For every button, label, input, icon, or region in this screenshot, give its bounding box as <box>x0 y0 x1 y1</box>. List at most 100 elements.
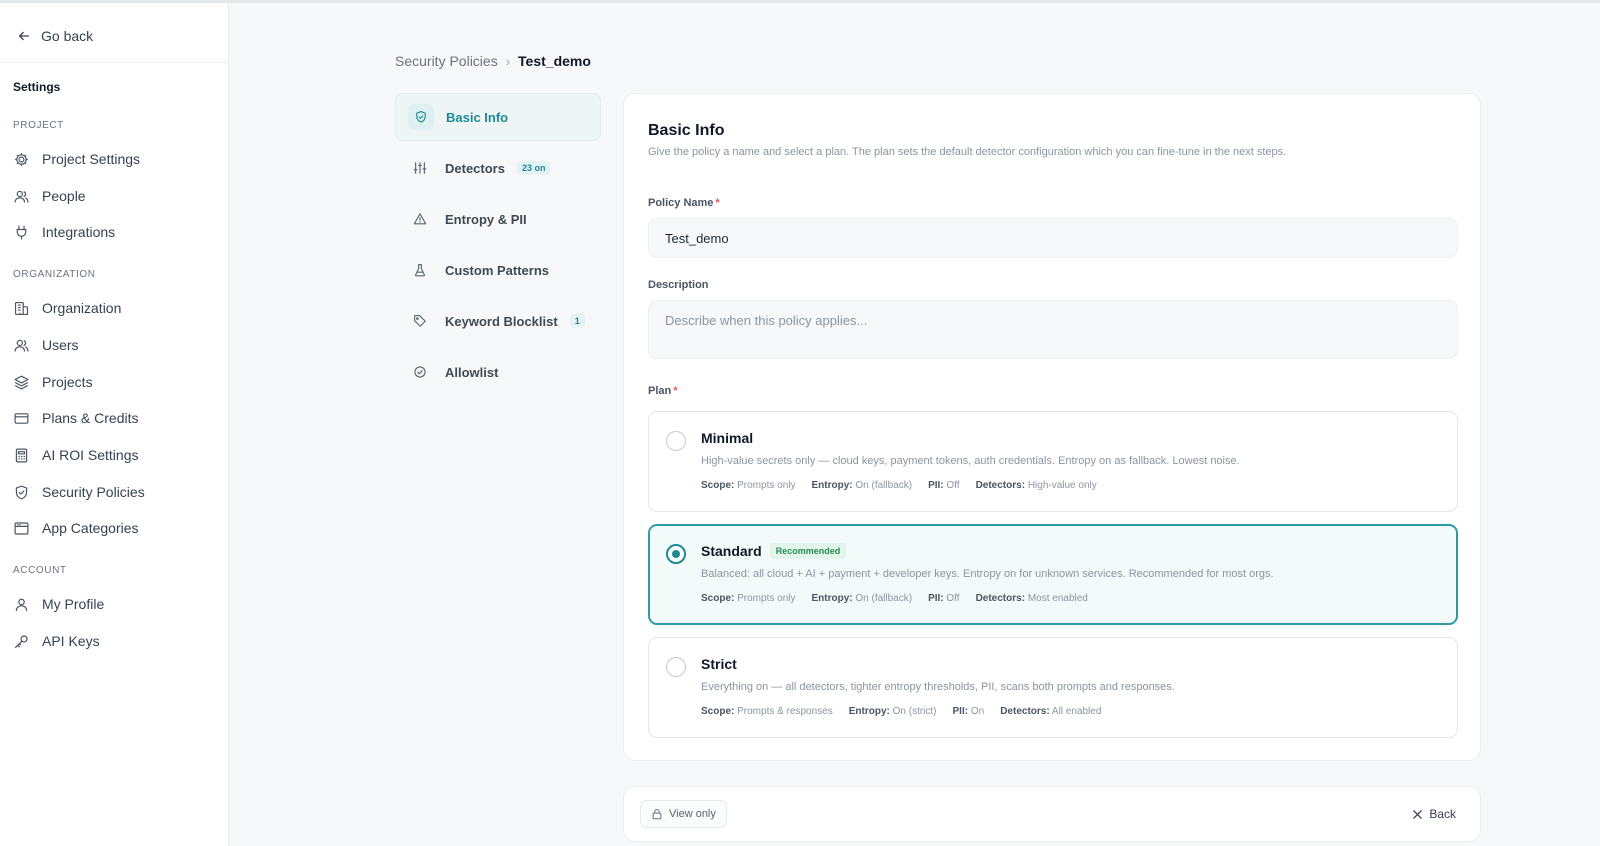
check-circle-icon <box>407 359 433 385</box>
step-label: Detectors <box>445 160 505 176</box>
sliders-icon <box>407 155 433 181</box>
sidebar-item-label: Project Settings <box>42 151 141 167</box>
plan-label-text: Plan <box>648 385 672 397</box>
calculator-icon <box>15 448 28 462</box>
people-icon <box>14 190 29 203</box>
sidebar-divider <box>0 62 228 63</box>
step-label: Entropy & PII <box>445 211 527 227</box>
shield-icon <box>408 104 434 130</box>
footer-bar: View only Back <box>623 786 1481 842</box>
breadcrumb: Security Policies › Test_demo <box>395 51 591 71</box>
breadcrumb-current: Test_demo <box>518 53 591 69</box>
close-icon <box>1413 809 1423 819</box>
plan-entropy: Entropy: On (strict) <box>848 706 937 717</box>
lock-icon <box>652 809 662 820</box>
plug-icon <box>16 225 27 239</box>
arrow-left-icon <box>18 31 30 41</box>
required-mark: * <box>673 385 678 397</box>
sidebar-item-project-settings[interactable]: Project Settings <box>13 146 218 172</box>
step-label: Allowlist <box>445 364 499 380</box>
sidebar-item-users[interactable]: Users <box>13 332 218 358</box>
warning-triangle-icon <box>407 206 433 232</box>
step-allowlist[interactable]: Allowlist <box>395 348 601 396</box>
go-back-label: Go back <box>41 28 94 44</box>
shield-check-icon <box>15 485 28 499</box>
step-keyword-blocklist[interactable]: Keyword Blocklist 1 <box>395 297 601 345</box>
policy-name-label-text: Policy Name <box>648 197 714 209</box>
plan-name-text: Standard <box>701 543 762 559</box>
plan-radio-standard[interactable] <box>666 544 686 564</box>
recommended-badge: Recommended <box>769 543 847 559</box>
view-only-label: View only <box>669 808 716 820</box>
step-custom-patterns[interactable]: Custom Patterns <box>395 246 601 294</box>
plan-entropy: Entropy: On (fallback) <box>811 593 913 604</box>
sidebar-item-label: Integrations <box>42 224 116 240</box>
policy-step-nav: Basic Info Detectors 23 on Entropy & PII… <box>395 93 601 399</box>
sidebar-item-app-categories[interactable]: App Categories <box>13 515 218 541</box>
plan-scope: Scope: Prompts only <box>701 480 796 491</box>
sidebar-item-people[interactable]: People <box>13 183 218 209</box>
required-mark: * <box>715 197 720 209</box>
plan-scope: Scope: Prompts & responses <box>701 706 833 717</box>
section-project-heading: PROJECT <box>13 120 64 131</box>
sidebar-item-ai-roi-settings[interactable]: AI ROI Settings <box>13 442 218 468</box>
users-icon <box>14 339 29 352</box>
sidebar-item-label: People <box>42 188 86 204</box>
plan-option-minimal[interactable]: Minimal High-value secrets only — cloud … <box>648 411 1458 512</box>
step-detectors[interactable]: Detectors 23 on <box>395 144 601 192</box>
description-textarea[interactable] <box>648 300 1458 359</box>
policy-name-input[interactable] <box>648 218 1458 258</box>
plan-pii: PII: Off <box>928 480 960 491</box>
step-basic-info[interactable]: Basic Info <box>395 93 601 141</box>
sidebar-item-api-keys[interactable]: API Keys <box>13 628 218 654</box>
credit-card-icon <box>14 412 29 424</box>
view-only-badge: View only <box>640 800 727 828</box>
plan-option-strict[interactable]: Strict Everything on — all detectors, ti… <box>648 637 1458 738</box>
plan-description: Everything on — all detectors, tighter e… <box>701 681 1175 693</box>
plan-name: Strict <box>701 656 737 672</box>
plan-pii: PII: On <box>952 706 985 717</box>
sidebar-item-label: AI ROI Settings <box>42 447 139 463</box>
plan-detectors: Detectors: Most enabled <box>975 593 1088 604</box>
basic-info-card: Basic Info Give the policy a name and se… <box>623 93 1481 761</box>
breadcrumb-security-policies[interactable]: Security Policies <box>395 53 498 69</box>
sidebar-item-label: App Categories <box>42 520 139 536</box>
description-label: Description <box>648 279 709 291</box>
window-icon <box>14 521 29 535</box>
top-border <box>0 0 1600 3</box>
sidebar-item-organization[interactable]: Organization <box>13 295 218 321</box>
sidebar-item-my-profile[interactable]: My Profile <box>13 591 218 617</box>
gear-icon <box>15 152 28 166</box>
plan-radio-strict[interactable] <box>666 657 686 677</box>
section-organization-heading: ORGANIZATION <box>13 269 96 280</box>
detectors-count-badge: 23 on <box>516 161 551 175</box>
plan-name-text: Minimal <box>701 430 754 446</box>
step-label: Basic Info <box>446 109 509 125</box>
go-back-link[interactable]: Go back <box>17 25 93 47</box>
plan-meta: Scope: Prompts only Entropy: On (fallbac… <box>701 480 1097 491</box>
plan-option-standard[interactable]: Standard Recommended Balanced: all cloud… <box>648 524 1458 625</box>
step-entropy-pii[interactable]: Entropy & PII <box>395 195 601 243</box>
plan-detectors: Detectors: All enabled <box>1000 706 1102 717</box>
plan-radio-minimal[interactable] <box>666 431 686 451</box>
sidebar-item-projects[interactable]: Projects <box>13 369 218 395</box>
sidebar-item-security-policies[interactable]: Security Policies <box>13 479 218 505</box>
sidebar-item-label: Projects <box>42 374 93 390</box>
card-title: Basic Info <box>648 122 725 139</box>
plan-meta: Scope: Prompts & responses Entropy: On (… <box>701 706 1101 717</box>
sidebar-item-plans-credits[interactable]: Plans & Credits <box>13 405 218 431</box>
plan-meta: Scope: Prompts only Entropy: On (fallbac… <box>701 593 1088 604</box>
blocklist-count-badge: 1 <box>569 314 585 328</box>
sidebar-item-label: Users <box>42 337 79 353</box>
sidebar-item-label: API Keys <box>42 633 100 649</box>
back-label: Back <box>1429 807 1456 821</box>
plan-name-text: Strict <box>701 656 737 672</box>
plan-description: Balanced: all cloud + AI + payment + dev… <box>701 568 1274 580</box>
back-button[interactable]: Back <box>1412 804 1456 824</box>
plan-label: Plan * <box>648 385 678 397</box>
card-subtitle: Give the policy a name and select a plan… <box>648 146 1287 158</box>
sidebar-item-integrations[interactable]: Integrations <box>13 219 218 245</box>
sidebar-title: Settings <box>13 80 61 94</box>
plan-pii: PII: Off <box>928 593 960 604</box>
key-icon <box>14 634 28 648</box>
